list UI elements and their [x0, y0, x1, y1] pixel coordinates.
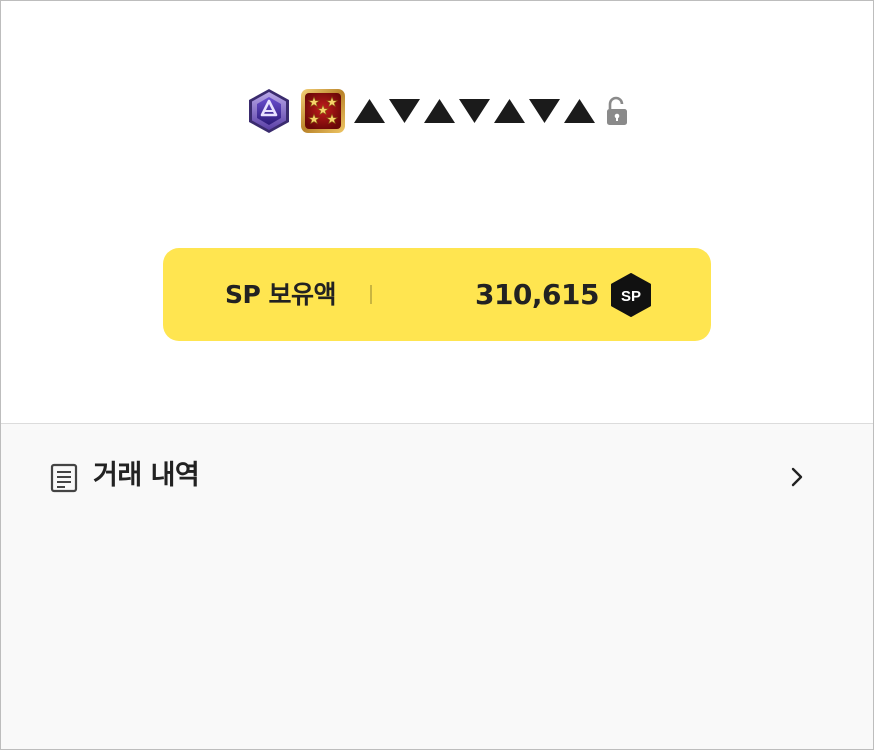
divider: [370, 285, 372, 304]
sp-balance-label: SP 보유액: [225, 280, 337, 309]
masked-nickname: [352, 97, 597, 125]
document-list-icon: [50, 463, 78, 493]
profile-header: [1, 87, 873, 135]
menu-section: 거래 내역: [1, 424, 873, 749]
sp-balance-card: SP 보유액 310,615 SP: [163, 248, 711, 341]
sp-balance-amount: 310,615: [474, 278, 600, 311]
stars-badge-icon: [300, 89, 345, 133]
transaction-history-item[interactable]: 거래 내역: [1, 450, 873, 502]
app-frame: SP 보유액 310,615 SP 거래 내역: [0, 0, 874, 750]
profile-section: SP 보유액 310,615 SP: [1, 1, 873, 424]
unlocked-padlock-icon[interactable]: [605, 96, 629, 126]
rank-badge-icon: [248, 89, 289, 133]
sp-coin-icon: SP: [611, 273, 651, 317]
transaction-history-label: 거래 내역: [93, 460, 200, 491]
sp-coin-text: SP: [621, 288, 641, 305]
chevron-right-icon[interactable]: [787, 465, 807, 489]
